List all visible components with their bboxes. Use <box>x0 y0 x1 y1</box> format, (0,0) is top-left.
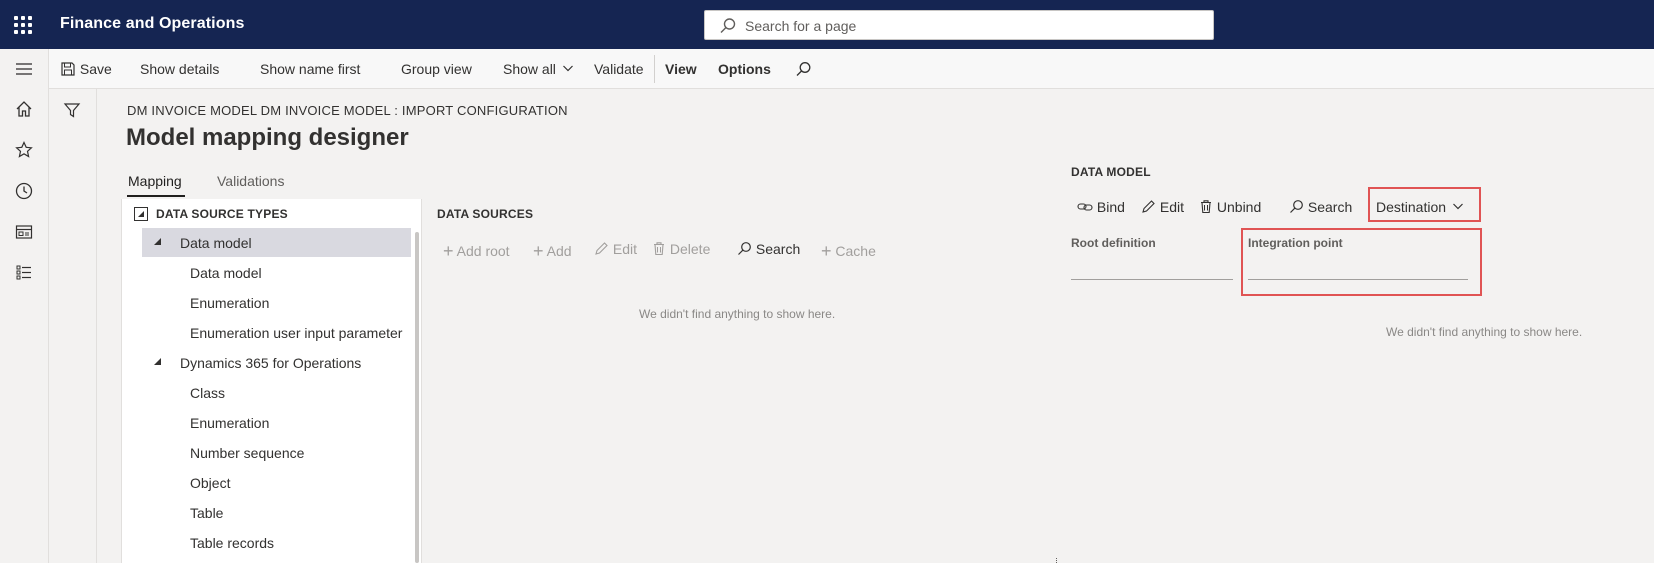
trash-icon <box>654 242 664 256</box>
add-root-label: Add root <box>456 243 510 259</box>
tab-validations[interactable]: Validations <box>217 173 284 189</box>
favorites-star-icon[interactable] <box>14 140 34 160</box>
cache-label: Cache <box>835 243 876 259</box>
tree-item-number-sequence[interactable]: Number sequence <box>190 445 304 461</box>
tree-scrollbar[interactable] <box>415 232 419 563</box>
delete-button[interactable]: Delete <box>652 241 710 257</box>
page-search-box[interactable]: Search for a page <box>704 10 1214 40</box>
tab-mapping[interactable]: Mapping <box>128 173 182 189</box>
tree-root-data-source-types[interactable]: DATA SOURCE TYPES <box>134 207 288 221</box>
group-view-button[interactable]: Group view <box>401 61 472 77</box>
cache-button[interactable]: + Cache <box>821 241 876 262</box>
tree-item-enumeration-d365[interactable]: Enumeration <box>190 415 269 431</box>
data-model-search-label: Search <box>1307 199 1353 215</box>
add-root-button[interactable]: + Add root <box>443 241 510 262</box>
data-model-title: DATA MODEL <box>1071 165 1151 179</box>
tree-item-data-model[interactable]: Data model <box>180 235 252 251</box>
data-model-edit-label: Edit <box>1159 199 1185 215</box>
data-model-search-button[interactable]: Search <box>1289 199 1352 215</box>
left-navigation <box>0 49 49 563</box>
trash-icon <box>1201 200 1211 214</box>
plus-icon: + <box>533 241 544 261</box>
save-disk-icon <box>61 62 75 76</box>
options-tab[interactable]: Options <box>718 61 771 77</box>
app-title: Finance and Operations <box>60 15 245 32</box>
breadcrumb: DM INVOICE MODEL DM INVOICE MODEL : IMPO… <box>127 103 568 118</box>
recent-clock-icon[interactable] <box>14 181 34 201</box>
show-all-dropdown[interactable]: Show all <box>503 61 574 77</box>
unbind-button[interactable]: Unbind <box>1199 199 1261 215</box>
pencil-icon <box>1142 200 1155 213</box>
root-definition-field[interactable] <box>1071 279 1233 280</box>
search-icon <box>738 242 751 255</box>
show-details-button[interactable]: Show details <box>140 61 219 77</box>
active-tab-indicator <box>127 195 185 197</box>
show-name-first-button[interactable]: Show name first <box>260 61 360 77</box>
add-label: Add <box>546 243 572 259</box>
root-definition-label: Root definition <box>1071 236 1156 250</box>
pencil-icon <box>595 242 608 255</box>
page-search-placeholder: Search for a page <box>745 18 857 34</box>
link-icon <box>1077 203 1093 211</box>
tree-root-label: DATA SOURCE TYPES <box>156 207 288 221</box>
edit-label: Edit <box>612 241 638 257</box>
page-title: Model mapping designer <box>126 124 409 151</box>
unbind-label: Unbind <box>1216 199 1262 215</box>
filter-pane <box>49 89 97 563</box>
tree-item-enumeration-user-input-parameter[interactable]: Enumeration user input parameter <box>190 325 402 341</box>
data-sources-empty-message: We didn't find anything to show here. <box>639 307 836 321</box>
destination-highlight-box <box>1368 187 1481 222</box>
edit-button[interactable]: Edit <box>594 241 637 257</box>
tree-item-data-model-child[interactable]: Data model <box>190 265 262 281</box>
splitter-grip[interactable] <box>1056 558 1058 563</box>
show-all-label: Show all <box>503 61 556 77</box>
tree-item-object[interactable]: Object <box>190 475 230 491</box>
tree-item-dynamics-365-for-operations[interactable]: Dynamics 365 for Operations <box>180 355 361 371</box>
plus-icon: + <box>443 241 454 261</box>
save-label: Save <box>79 61 112 77</box>
tree-item-class[interactable]: Class <box>190 385 225 401</box>
workspaces-icon[interactable] <box>14 222 34 242</box>
hamburger-menu-icon[interactable] <box>14 59 34 79</box>
top-bar: Finance and Operations Search for a page <box>0 0 1654 49</box>
modules-list-icon[interactable] <box>14 262 34 282</box>
bind-button[interactable]: Bind <box>1077 199 1125 215</box>
plus-icon: + <box>821 241 832 261</box>
search-icon <box>1290 200 1303 213</box>
tree-item-enumeration[interactable]: Enumeration <box>190 295 269 311</box>
save-button[interactable]: Save <box>60 61 112 77</box>
bind-label: Bind <box>1096 199 1125 215</box>
data-model-edit-button[interactable]: Edit <box>1141 199 1184 215</box>
app-launcher-icon[interactable] <box>14 16 32 34</box>
delete-label: Delete <box>669 241 711 257</box>
action-pane: Save Show details Show name first Group … <box>49 49 1654 89</box>
data-sources-search-button[interactable]: Search <box>737 241 800 257</box>
view-tab[interactable]: View <box>665 61 697 77</box>
integration-point-highlight-box <box>1241 228 1482 296</box>
home-icon[interactable] <box>14 99 34 119</box>
action-search-button[interactable] <box>795 61 812 78</box>
add-button[interactable]: + Add <box>533 241 572 262</box>
data-sources-title: DATA SOURCES <box>437 207 534 221</box>
validate-button[interactable]: Validate <box>594 61 644 77</box>
data-model-empty-message: We didn't find anything to show here. <box>1386 325 1583 339</box>
action-separator <box>654 55 655 83</box>
search-icon <box>720 18 736 33</box>
search-label: Search <box>755 241 801 257</box>
data-source-types-tree: DATA SOURCE TYPES Data model Data model … <box>121 199 422 563</box>
collapse-toggle-icon[interactable] <box>134 207 148 221</box>
expand-triangle-icon[interactable] <box>154 238 161 245</box>
tree-item-table-records[interactable]: Table records <box>190 535 274 551</box>
tree-item-table[interactable]: Table <box>190 505 223 521</box>
chevron-down-icon <box>562 65 573 72</box>
search-icon <box>796 62 811 76</box>
expand-triangle-icon[interactable] <box>154 358 161 365</box>
filter-funnel-icon[interactable] <box>63 101 81 119</box>
